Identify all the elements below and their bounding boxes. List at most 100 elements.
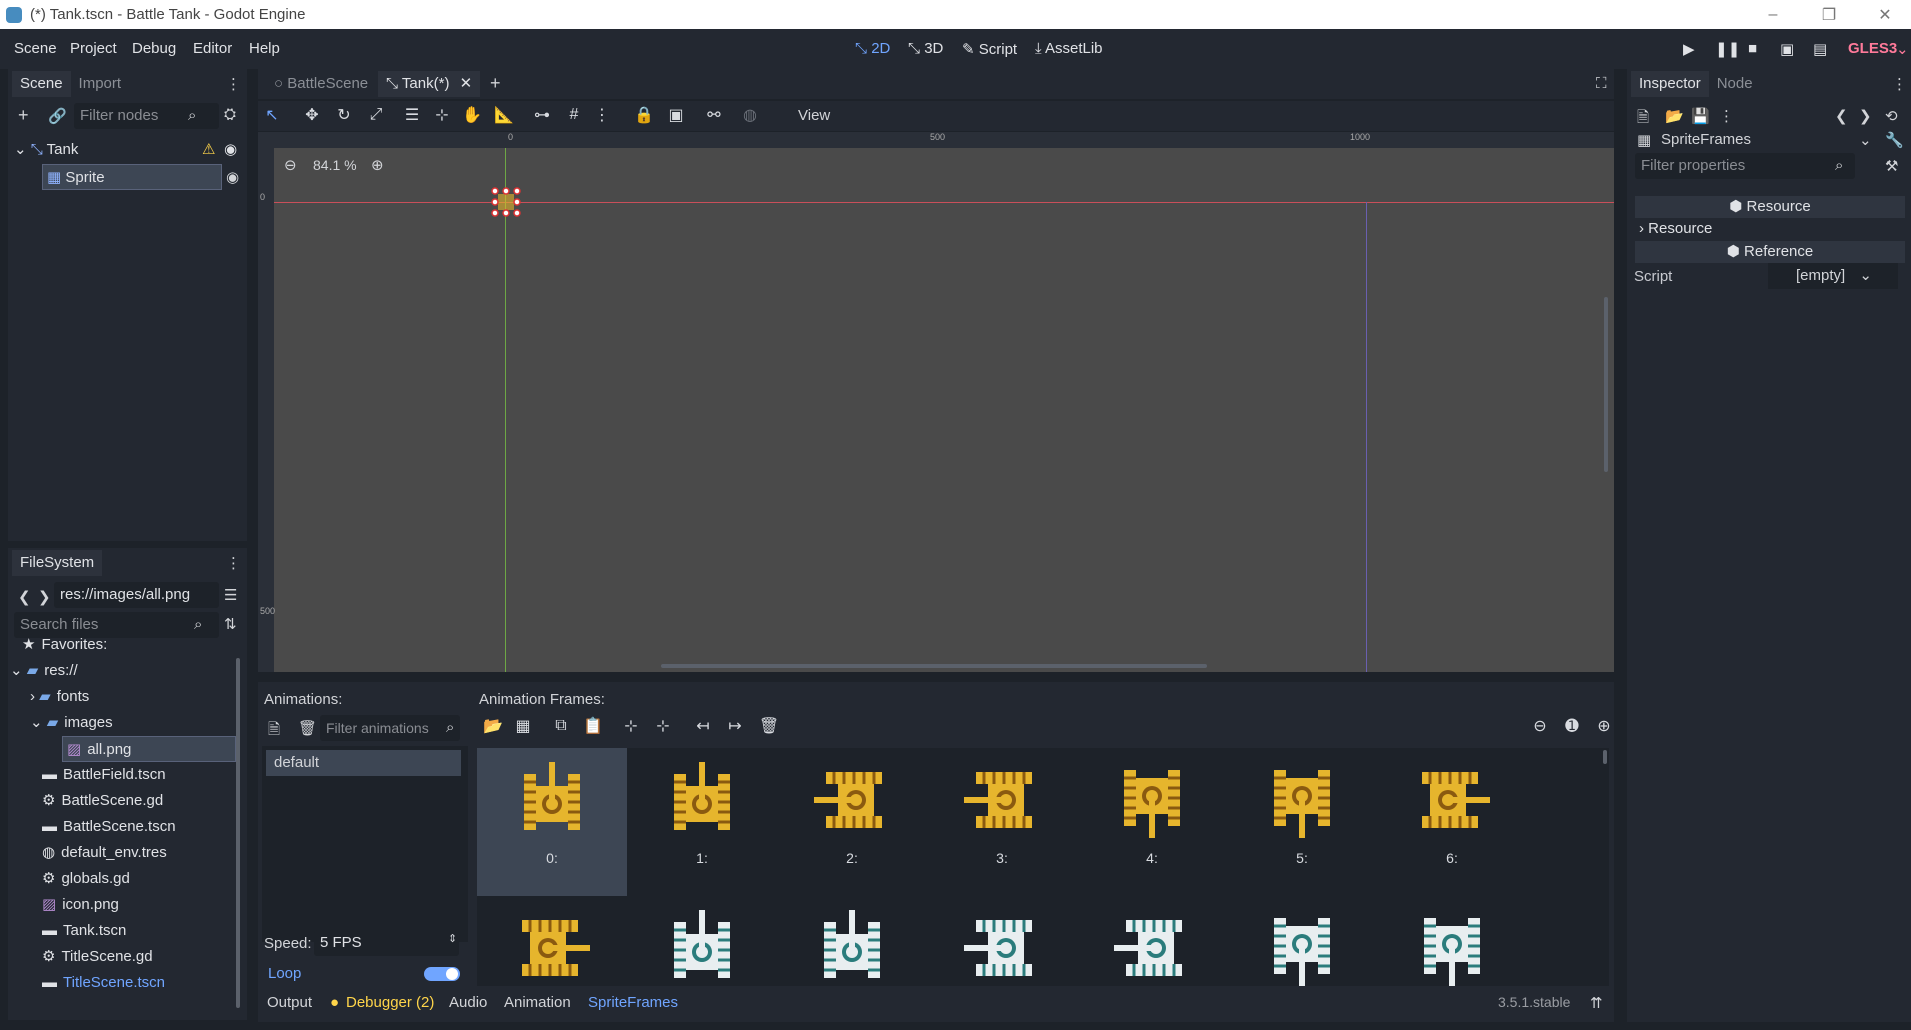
frame-cell[interactable]: 4:: [1077, 748, 1227, 896]
zoom-reset-icon[interactable]: ➊: [1558, 712, 1586, 740]
tab-tank[interactable]: ⤡ Tank(*) ✕: [378, 71, 481, 97]
tab-filesystem[interactable]: FileSystem: [12, 550, 103, 576]
snap-options-icon[interactable]: ⋮: [588, 101, 616, 129]
fullscreen-icon[interactable]: ⛶: [1596, 75, 1607, 92]
sprite-sheet-icon[interactable]: ▦: [509, 712, 537, 740]
tab-animation[interactable]: Animation: [504, 994, 571, 1011]
section-resource[interactable]: ⬢ Resource: [1635, 196, 1905, 218]
move-right-icon[interactable]: ↦: [721, 712, 749, 740]
tools-icon[interactable]: ⚒: [1885, 157, 1898, 175]
bone-icon[interactable]: ⚯: [700, 101, 728, 129]
grid-snap-icon[interactable]: #: [560, 101, 588, 129]
frame-cell[interactable]: 3:: [927, 748, 1077, 896]
file-item[interactable]: ⚙ globals.gd: [42, 866, 130, 892]
dock-menu-icon[interactable]: ⋮: [226, 75, 241, 93]
script-property-value[interactable]: [empty] ⌄: [1768, 263, 1898, 289]
frame-cell[interactable]: [927, 896, 1077, 986]
save-resource-icon[interactable]: 💾: [1691, 107, 1710, 125]
spinbox-arrows-icon[interactable]: ⇕: [448, 932, 457, 945]
close-icon[interactable]: ✕: [1857, 0, 1911, 29]
copy-icon[interactable]: ⧉: [547, 712, 575, 740]
rotate-tool-icon[interactable]: ↻: [330, 101, 358, 129]
file-item[interactable]: ★ Favorites:: [22, 632, 107, 658]
frame-cell[interactable]: [1377, 896, 1527, 986]
link-icon[interactable]: 🔗: [48, 107, 67, 125]
pivot-tool-icon[interactable]: ⊹: [428, 101, 456, 129]
tab-spriteframes[interactable]: SpriteFrames: [588, 994, 678, 1011]
tab-audio[interactable]: Audio: [449, 994, 487, 1011]
object-properties-icon[interactable]: 🔧: [1885, 131, 1904, 149]
frame-cell[interactable]: [777, 896, 927, 986]
insert-after-icon[interactable]: ⊹: [649, 712, 677, 740]
tab-inspector[interactable]: Inspector: [1631, 71, 1709, 97]
back-icon[interactable]: ❮: [18, 588, 31, 606]
frame-cell[interactable]: [627, 896, 777, 986]
frame-cell[interactable]: 1:: [627, 748, 777, 896]
filter-animations-input[interactable]: Filter animations: [320, 715, 460, 741]
expand-panel-icon[interactable]: ⇈: [1590, 994, 1603, 1012]
speed-spinbox[interactable]: 5 FPS: [314, 930, 459, 956]
smart-snap-icon[interactable]: ⊶: [528, 101, 556, 129]
menu-debug[interactable]: Debug: [132, 40, 176, 57]
frame-cell[interactable]: [1227, 896, 1377, 986]
frame-cell[interactable]: 0:: [477, 748, 627, 896]
forward-icon[interactable]: ❯: [38, 588, 51, 606]
tab-scene[interactable]: Scene: [12, 71, 71, 97]
resource-type[interactable]: SpriteFrames: [1661, 131, 1751, 148]
history-icon[interactable]: ⟲: [1885, 107, 1898, 125]
frame-cell[interactable]: [1077, 896, 1227, 986]
file-item[interactable]: › ▰ fonts: [30, 684, 89, 710]
tab-node[interactable]: Node: [1709, 71, 1761, 97]
frame-cell[interactable]: 5:: [1227, 748, 1377, 896]
file-item[interactable]: ▨ all.png: [62, 736, 236, 762]
sprite-gizmo[interactable]: [491, 187, 521, 217]
zoom-in-icon[interactable]: ⊕: [1590, 712, 1618, 740]
play-icon[interactable]: ▶: [1683, 40, 1695, 58]
open-resource-icon[interactable]: 📂: [1665, 107, 1684, 125]
tab-output[interactable]: Output: [267, 994, 312, 1011]
insert-before-icon[interactable]: ⊹: [617, 712, 645, 740]
mode-script-button[interactable]: ✎ Script: [962, 40, 1017, 58]
select-tool-icon[interactable]: ↖: [258, 101, 286, 129]
filesystem-scrollbar[interactable]: [236, 658, 240, 1008]
mode-2d-button[interactable]: ⤡ 2D: [855, 40, 890, 57]
new-resource-icon[interactable]: 🗎: [1637, 107, 1649, 132]
mode-assetlib-button[interactable]: ⤓ AssetLib: [1035, 40, 1103, 57]
warning-icon[interactable]: ⚠: [202, 137, 215, 163]
visibility-eye-icon[interactable]: ◉: [224, 137, 237, 163]
ruler-tool-icon[interactable]: 📐: [490, 101, 518, 129]
tab-debugger[interactable]: Debugger (2): [346, 994, 434, 1011]
section-reference[interactable]: ⬢ Reference: [1635, 241, 1905, 263]
pause-icon[interactable]: ❚❚: [1715, 40, 1740, 58]
viewport-hscroll[interactable]: [661, 664, 1207, 668]
collapse-icon[interactable]: ⌄: [10, 662, 27, 679]
zoom-out-icon[interactable]: ⊖: [284, 156, 297, 174]
minimize-icon[interactable]: –: [1745, 0, 1801, 29]
file-item[interactable]: ▨ icon.png: [42, 892, 119, 918]
tree-node-sprite[interactable]: ▦ Sprite: [42, 164, 222, 190]
menu-project[interactable]: Project: [70, 40, 117, 57]
file-item[interactable]: ▬ Tank.tscn: [42, 918, 126, 944]
load-frames-icon[interactable]: 📂: [479, 712, 507, 740]
stop-icon[interactable]: ■: [1748, 40, 1757, 57]
path-field[interactable]: res://images/all.png: [54, 582, 219, 608]
loop-toggle[interactable]: [424, 967, 460, 981]
frame-cell[interactable]: 2:: [777, 748, 927, 896]
file-item[interactable]: ⌄ ▰ res://: [10, 658, 78, 684]
file-item[interactable]: ▬ TitleScene.tscn: [42, 970, 165, 996]
tree-node-tank[interactable]: ⌄ ⤡ Tank ⚠ ◉: [14, 137, 242, 163]
close-tab-icon[interactable]: ✕: [460, 75, 473, 92]
sort-icon[interactable]: ⇅: [224, 615, 237, 633]
lock-icon[interactable]: 🔒: [630, 101, 658, 129]
maximize-icon[interactable]: ❐: [1801, 0, 1857, 29]
menu-editor[interactable]: Editor: [193, 40, 232, 57]
group-icon[interactable]: ▣: [662, 101, 690, 129]
instance-scene-icon[interactable]: ⛭: [224, 106, 236, 123]
viewport-vscroll[interactable]: [1604, 297, 1608, 472]
pan-tool-icon[interactable]: ✋: [458, 101, 486, 129]
new-tab-icon[interactable]: +: [490, 73, 501, 94]
subsection-resource[interactable]: › Resource: [1639, 220, 1712, 237]
file-item[interactable]: ▬ BattleField.tscn: [42, 762, 166, 788]
renderer-select[interactable]: GLES3: [1848, 40, 1897, 57]
frames-scrollbar[interactable]: [1603, 750, 1607, 764]
